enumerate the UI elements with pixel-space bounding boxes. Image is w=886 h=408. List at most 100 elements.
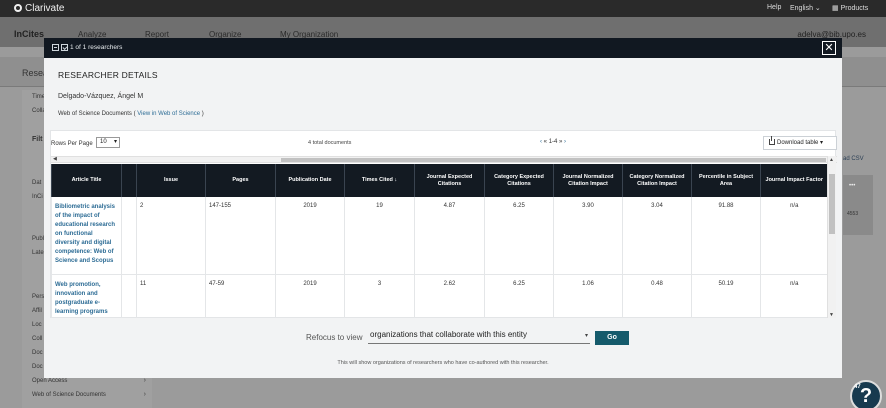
help-button[interactable]: 47 ? [850,380,882,408]
scroll-left-icon[interactable]: ◀ [53,156,57,162]
deselect-icon[interactable] [52,44,59,51]
scrollbar-thumb[interactable] [281,158,826,162]
more-icon: ••• [849,183,856,189]
chevron-down-icon: ▾ [584,333,588,339]
table-cell: 47-59 [205,273,276,319]
col-times-cited[interactable]: Times Cited ↓ [344,164,415,197]
sidebar-item[interactable]: Publ [32,236,44,242]
grid-icon: ▦ [832,5,839,12]
table-cell: 2019 [275,273,345,319]
sidebar-item[interactable]: InCi [32,194,43,200]
clarivate-logo[interactable]: Clarivate [14,3,64,14]
chevron-right-icon: › [143,377,146,384]
table-cell: 6.25 [484,197,554,274]
wos-suffix: ) [201,111,204,117]
col-journal-expected-citations[interactable]: Journal Expected Citations [414,164,485,197]
sidebar-item[interactable]: Pers [32,294,44,300]
col-category-expected-citations[interactable]: Category Expected Citations [484,164,554,197]
vertical-scrollbar-thumb[interactable] [829,174,835,234]
table-cell: 147-155 [205,197,276,274]
refocus-section: Refocus to view organizations that colla… [44,318,842,378]
researcher-name: Delgado-Vázquez, Ángel M [58,93,144,100]
page-range-text: 1-4 [548,139,558,145]
col-issue[interactable]: Issue [136,164,206,197]
download-table-button[interactable]: Download table ▾ [763,136,837,150]
sidebar-item[interactable]: Coll [32,336,42,342]
table-cell: 91.88 [691,197,761,274]
products-menu[interactable]: ▦ Products [832,4,868,12]
col-publication-date[interactable]: Publication Date [275,164,345,197]
table-cell: 3.90 [553,197,623,274]
table-cell: 50.19 [691,273,761,319]
refocus-select[interactable]: organizations that collaborate with this… [368,330,590,344]
col-percentile[interactable]: Percentile in Subject Area [691,164,761,197]
rows-per-page-label: Rows Per Page [51,141,93,147]
col-article-title[interactable]: Article Title [51,164,122,197]
wos-label: Web of Science Documents ( [58,111,136,117]
sidebar-item[interactable]: Dat [32,180,41,186]
next-page-icon[interactable]: › [564,139,566,145]
sidebar-item[interactable]: Late [32,250,44,256]
table-cell: 11 [136,273,206,319]
sidebar-item[interactable]: Doc [32,350,43,356]
article-title-link[interactable]: Web promotion, innovation and postgradua… [51,273,122,319]
app-name: InCites [14,29,45,39]
table-cell: n/a [760,197,827,274]
wos-documents-line: Web of Science Documents ( View in Web o… [58,111,204,117]
sidebar-item[interactable]: Filt [32,136,43,143]
table-cell: 0.48 [622,273,692,319]
documents-table: Article Title Issue Pages Publication Da… [51,164,827,319]
scroll-up-icon[interactable]: ▲ [829,157,834,163]
col-spacer [121,164,137,197]
page-range: « 1-4 » [543,139,563,145]
table-cell: 1.06 [553,273,623,319]
prev-page-icon[interactable]: ‹ [540,139,542,145]
clarivate-logo-icon [14,4,22,12]
table-cell: n/a [760,273,827,319]
go-button[interactable]: Go [595,331,629,345]
sidebar-item[interactable]: Loc [32,322,42,328]
chevron-right-icon: › [143,391,146,398]
sidebar-item[interactable]: Affil [32,308,42,314]
download-label: Download table [777,140,819,146]
refocus-selected-value: organizations that collaborate with this… [370,330,527,339]
col-journal-normalized-citation-impact[interactable]: Journal Normalized Citation Impact [553,164,623,197]
help-badge: 47 [854,384,861,390]
panel-value: 4553 [847,211,859,217]
sidebar-item[interactable]: Doc [32,364,43,370]
selection-count: 1 of 1 researchers [70,44,123,51]
col-journal-impact-factor[interactable]: Journal Impact Factor [760,164,827,197]
sidebar-item-open-access[interactable]: Open Access [32,378,67,384]
products-label: Products [840,5,869,12]
caret-down-icon: ▾ [820,140,824,146]
table-cell [121,197,137,274]
table-cell: 2 [136,197,206,274]
language-label: English [790,5,813,12]
select-checkbox-icon[interactable] [61,44,68,51]
refocus-note: This will show organizations of research… [337,360,549,366]
table-cell [121,273,137,319]
brand-name: Clarivate [25,3,65,14]
language-menu[interactable]: English ⌄ [790,4,821,12]
background-panel: ••• 4553 [843,175,873,235]
sidebar-item-wos-documents[interactable]: Web of Science Documents [32,392,106,398]
col-pages[interactable]: Pages [205,164,276,197]
table-cell: 2019 [275,197,345,274]
table-row: Web promotion, innovation and postgradua… [51,273,827,319]
article-title-link[interactable]: Bibliometric analysis of the impact of e… [51,197,122,274]
close-icon[interactable]: ✕ [822,41,836,55]
rows-per-page-select[interactable]: 10 [96,137,120,148]
table-cell: 4.87 [414,197,485,274]
selection-controls [52,44,68,51]
researcher-details-modal: 1 of 1 researchers ✕ RESEARCHER DETAILS … [44,38,842,378]
help-link[interactable]: Help [767,4,781,11]
horizontal-scrollbar[interactable]: ◀ ▶ [51,156,837,163]
table-cell: 6.25 [484,273,554,319]
download-csv-link[interactable]: ad CSV [843,156,864,162]
table-row: Bibliometric analysis of the impact of e… [51,197,827,274]
vertical-scrollbar[interactable]: ▲ ▼ [827,156,836,319]
col-category-normalized-citation-impact[interactable]: Category Normalized Citation Impact [622,164,692,197]
table-cell: 2.62 [414,273,485,319]
view-in-wos-link[interactable]: View in Web of Science [137,111,200,117]
documents-table-card: Rows Per Page 10 4 total documents ‹ « 1… [50,130,837,319]
